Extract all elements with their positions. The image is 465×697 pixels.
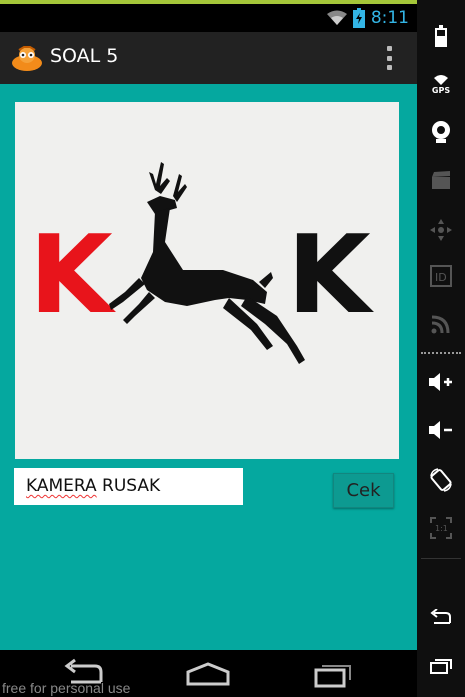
battery-icon	[352, 8, 365, 28]
volume-down-icon[interactable]	[417, 410, 465, 450]
home-button[interactable]	[178, 658, 238, 692]
wifi-icon	[326, 10, 347, 26]
scale-1-to-1-icon[interactable]: 1:1	[417, 508, 465, 548]
status-bar: 8:11	[0, 4, 417, 32]
camera-control-icon[interactable]	[417, 112, 465, 152]
answer-input[interactable]: KAMERA RUSAK	[14, 468, 243, 505]
status-clock: 8:11	[370, 8, 409, 28]
emulator-toolbar: GPS ID 1:1	[417, 0, 465, 697]
svg-text:ID: ID	[435, 271, 447, 284]
toolbar-divider-2	[421, 558, 461, 559]
dpad-icon[interactable]	[417, 210, 465, 250]
gps-label: GPS	[431, 85, 451, 95]
toolbar-back-icon[interactable]	[417, 598, 465, 638]
quiz-image: K K	[15, 102, 399, 459]
rss-feed-icon[interactable]	[417, 304, 465, 344]
volume-up-icon[interactable]	[417, 362, 465, 402]
clapperboard-icon[interactable]	[417, 160, 465, 200]
check-button[interactable]: Cek	[333, 473, 394, 508]
overflow-menu-button[interactable]	[383, 46, 395, 70]
logo-letter-left: K	[29, 213, 116, 338]
content-area: K K KAMERA RUSAK Cek	[0, 84, 417, 650]
watermark-text: free for personal use	[2, 680, 131, 696]
recent-apps-button[interactable]	[298, 658, 358, 692]
battery-control-icon[interactable]	[417, 16, 465, 56]
id-card-icon[interactable]: ID	[417, 256, 465, 296]
action-bar: SOAL 5	[0, 32, 417, 84]
answer-input-misspelled-word: KAMERA	[26, 476, 97, 496]
deer-icon	[109, 162, 305, 364]
page-title: SOAL 5	[50, 45, 119, 67]
svg-text:1:1: 1:1	[435, 524, 448, 533]
rotate-icon[interactable]	[417, 460, 465, 500]
navigation-bar: free for personal use	[0, 650, 417, 697]
answer-input-text: RUSAK	[96, 476, 161, 496]
gps-control-icon[interactable]: GPS	[417, 64, 465, 104]
app-logo-icon[interactable]	[10, 44, 44, 72]
toolbar-recent-icon[interactable]	[417, 646, 465, 686]
logo-letter-right: K	[287, 213, 374, 338]
toolbar-divider	[421, 352, 461, 354]
